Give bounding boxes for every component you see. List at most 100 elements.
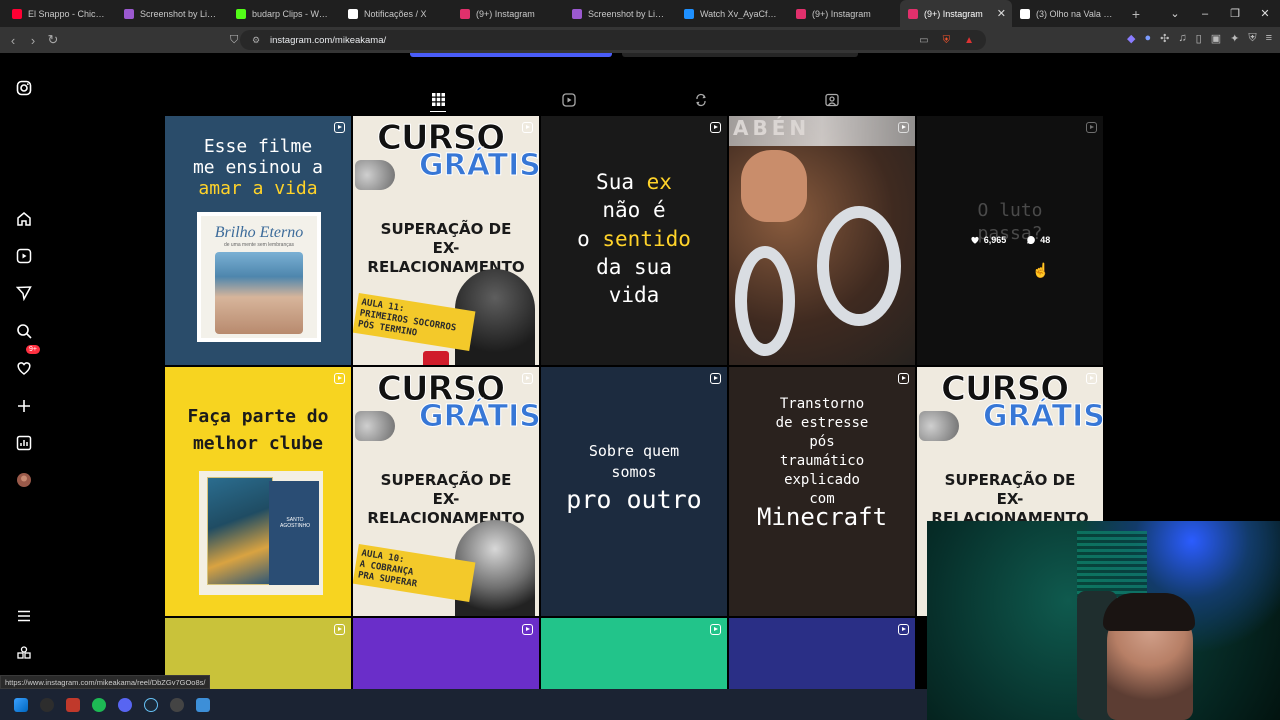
extension-icon[interactable]: ◆ (1127, 32, 1135, 45)
music-icon[interactable]: ♫ (1178, 32, 1186, 45)
maximize-icon[interactable]: ❐ (1220, 0, 1250, 27)
reel-icon (522, 122, 533, 133)
post-tile[interactable]: CURSO GRÁTIS SUPERAÇÃO DE EX- RELACIONAM… (353, 116, 539, 365)
back-icon[interactable]: ‹ (3, 33, 23, 48)
tab-favicon-icon (124, 8, 134, 19)
reel-icon (1086, 122, 1097, 133)
search-icon[interactable] (15, 322, 33, 340)
create-plus-icon[interactable] (15, 397, 33, 415)
post-text: GRÁTIS (983, 399, 1103, 435)
brave-rewards-icon[interactable]: ▲ (964, 35, 974, 46)
movie-poster: Brilho Eterno de uma mente sem lembrança… (197, 212, 321, 342)
post-text: Transtorno (779, 396, 865, 412)
url-text[interactable]: instagram.com/mikeakama/ (270, 35, 386, 46)
post-tile[interactable]: Transtorno de estresse pós traumático ex… (729, 367, 915, 616)
also-from-meta-icon[interactable] (15, 644, 33, 662)
post-tile-hovered[interactable]: O luto passa? 6,965 48 (917, 116, 1103, 365)
menu-icon[interactable]: ≡ (1266, 32, 1272, 45)
browser-tab[interactable]: (3) Olho na Vala no X (1012, 0, 1124, 27)
person-image (741, 150, 807, 222)
extensions-area: ◆ ● ✣ ♫ ▯ ▣ ✦ ⛨ ≡ (1127, 32, 1272, 45)
post-tile[interactable]: ABÉN (729, 116, 915, 365)
minimize-icon[interactable]: – (1190, 0, 1220, 27)
instagram-logo-icon[interactable] (15, 79, 33, 97)
cast-icon[interactable]: ▭ (919, 35, 928, 46)
tagged-tab[interactable] (824, 88, 840, 112)
notepad-icon[interactable] (196, 697, 210, 712)
status-bar-url: https://www.instagram.com/mikeakama/reel… (0, 675, 211, 689)
post-tile[interactable] (541, 618, 727, 690)
close-window-icon[interactable]: ✕ (1250, 0, 1280, 27)
post-tile[interactable]: Sobre quem somos pro outro (541, 367, 727, 616)
tab-title: El Snappo - Chicken [I (28, 8, 108, 19)
forward-icon[interactable]: › (23, 33, 43, 48)
dashboard-icon[interactable] (15, 434, 33, 452)
reels-icon[interactable] (15, 247, 33, 265)
post-text: Minecraft (756, 503, 888, 531)
vpn-icon[interactable]: ⛨ (1248, 32, 1256, 45)
post-text: pós (809, 434, 835, 451)
reel-icon (1086, 373, 1097, 384)
browser-tab[interactable]: (9+) Instagram (788, 0, 900, 27)
brave-shield-icon[interactable]: ⛨ (943, 35, 951, 46)
notifications-heart-icon[interactable] (15, 359, 33, 377)
home-icon[interactable] (15, 210, 33, 228)
reel-icon (898, 624, 909, 635)
post-text: O luto (977, 200, 1043, 221)
message-button[interactable] (622, 53, 858, 57)
browser-tab[interactable]: budarp Clips - Watch (228, 0, 340, 27)
post-tile[interactable] (353, 618, 539, 690)
new-tab-button[interactable]: + (1124, 6, 1148, 22)
poster-subtitle: de uma mente sem lembranças (223, 242, 295, 248)
post-tile[interactable] (729, 618, 915, 690)
more-menu-icon[interactable] (15, 607, 33, 625)
profile-tabs (165, 88, 1103, 116)
post-tile[interactable]: CURSO GRÁTIS SUPERAÇÃO DE EX- RELACIONAM… (353, 367, 539, 616)
puzzle-icon[interactable]: ✣ (1160, 32, 1169, 45)
discord-icon[interactable] (118, 697, 132, 712)
browser-tab[interactable]: (9+) Instagram ✕ (900, 0, 1012, 27)
post-tile[interactable]: Esse filme me ensinou a amar a vida Bril… (165, 116, 351, 365)
post-tile[interactable]: Sua ex não é o sentido da sua vida (541, 116, 727, 365)
follow-button[interactable] (410, 53, 612, 57)
post-text: Faça parte do (187, 406, 329, 427)
leo-icon[interactable]: ✦ (1230, 32, 1239, 45)
reel-icon (710, 373, 721, 384)
browser-tab[interactable]: El Snappo - Chicken [I (4, 0, 116, 27)
taskbar-app-icon[interactable] (40, 697, 54, 712)
post-tile[interactable]: Faça parte do melhor clube SANTO AGOSTIN… (165, 367, 351, 616)
bookmark-icon[interactable]: ⛉ (230, 34, 238, 47)
reel-icon (898, 373, 909, 384)
messages-icon[interactable] (15, 284, 33, 302)
tab-search-icon[interactable]: ⌄ (1160, 0, 1190, 27)
site-info-icon[interactable]: ⚙ (252, 35, 260, 46)
reels-tab[interactable] (561, 88, 577, 112)
omnibox[interactable]: ⛉ ⚙ instagram.com/mikeakama/ ▭ ⛨ ▲ (230, 30, 986, 50)
posts-grid-tab[interactable] (430, 88, 446, 112)
profile-avatar[interactable] (15, 471, 33, 489)
browser-tab[interactable]: Screenshot by Lightsh (116, 0, 228, 27)
post-text: ABÉN (729, 116, 915, 146)
sidebar-toggle-icon[interactable]: ▯ (1196, 32, 1202, 45)
tab-favicon-icon (908, 8, 918, 19)
reposts-tab[interactable] (693, 88, 709, 112)
close-tab-icon[interactable]: ✕ (997, 7, 1006, 20)
browser-tab[interactable]: Screenshot by Lightsh (564, 0, 676, 27)
obs-icon[interactable] (170, 697, 184, 712)
comments-count: 48 (1040, 235, 1051, 245)
taskbar-app-icon[interactable] (66, 697, 80, 712)
spotify-icon[interactable] (92, 697, 106, 712)
wallet-icon[interactable]: ▣ (1211, 32, 1221, 45)
tab-favicon-icon (572, 8, 582, 19)
windows-start-icon[interactable] (14, 697, 28, 712)
reload-icon[interactable]: ↻ (43, 32, 63, 48)
browser-tab[interactable]: (9+) Instagram (452, 0, 564, 27)
browser-tab[interactable]: Watch Xv_AyaCfyhSfg (676, 0, 788, 27)
post-text: EX- (996, 489, 1024, 508)
megaphone-image (919, 411, 959, 441)
browser-tab[interactable]: Notificações / X (340, 0, 452, 27)
instagram-sidebar: 9+ (0, 53, 48, 696)
extension-icon[interactable]: ● (1145, 32, 1152, 45)
megaphone-image (355, 411, 395, 441)
steam-icon[interactable] (144, 697, 158, 712)
